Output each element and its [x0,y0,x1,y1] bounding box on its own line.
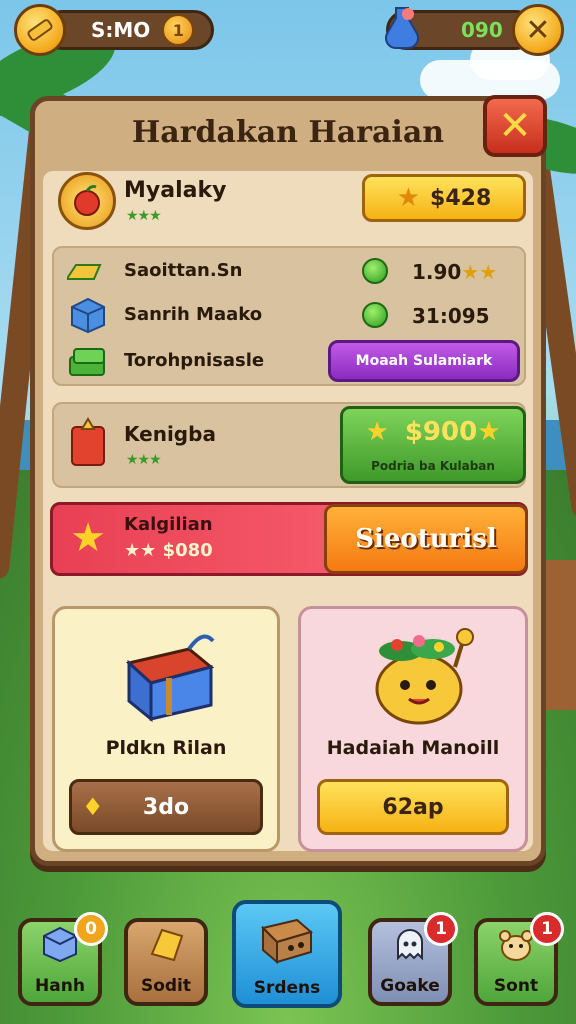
cash-stack-icon [66,342,110,380]
special-name: Kalgilian [124,514,213,535]
nav-label: Sodit [140,976,192,996]
gold-bar-icon [14,4,66,56]
nav-label: Hanh [35,976,85,996]
card-price-button[interactable]: ♦ 3do [69,779,263,835]
nav-badge: 1 [424,912,458,946]
flower-creature-icon [367,627,477,727]
ticket-icon [146,924,186,972]
list-item-value: 1.90★★ [412,260,497,284]
currency-value: 090 [461,18,503,42]
offer-name: Kenigba [124,422,216,446]
nav-label: Srdens [253,978,321,998]
star-icon: ★ [70,515,106,561]
profile-name: Myalaky [124,178,227,203]
offer-stars: ★★★ [126,452,162,468]
special-button[interactable]: Sieoturisl [324,504,528,574]
star-icon: ★ [365,417,389,447]
offer-price-line: ★ $900 ★ [343,417,523,447]
panel-title: Hardakan Haraian [131,114,445,150]
close-hud-button[interactable]: ✕ [512,4,564,56]
gold-bar-icon [64,256,104,288]
reward-card[interactable]: Pldkn Rilan ♦ 3do [52,606,280,852]
list-item-label: Saoittan.Sn [124,260,243,281]
profile-price: $428 [430,185,492,211]
close-button[interactable]: ✕ [483,95,547,157]
card-price-button[interactable]: 62ap [317,779,509,835]
nav-button-sont[interactable]: 1 Sont [474,912,564,1006]
list-item-value: 31:095 [412,304,490,328]
offer-price: $900 [404,417,478,447]
nav-button-goake[interactable]: 1 Goake [368,912,458,1006]
action-button[interactable]: Moaah Sulamiark [328,340,520,382]
nav-label: Sont [493,976,539,996]
status-dot [362,302,388,328]
special-sub: ★★ $080 [124,540,213,561]
treasure-chest-icon [119,623,219,723]
apple-medal-icon [58,172,116,230]
value-text: 1.90 [412,260,462,284]
blue-cube-icon [68,296,108,334]
value-stars: ★★ [461,260,498,284]
star-icon: ★ [477,417,501,447]
card-title: Pldkn Rilan [105,737,227,759]
nav-button-srdens[interactable]: Srdens [232,900,342,1008]
gift-card-icon [64,414,112,470]
profile-price-button[interactable]: ★ $428 [362,174,526,222]
box-icon [257,912,317,974]
offer-price-sub: Podria ba Kulaban [371,459,495,473]
reward-card[interactable]: Hadaiah Manoill 62ap [298,606,528,852]
card-title: Hadaiah Manoill [326,737,500,759]
potion-icon [382,4,422,52]
nav-badge: 1 [530,912,564,946]
nav-button-hanh[interactable]: 0 Hanh [18,912,108,1006]
currency-counter-left: S:MO 1 [42,10,214,50]
profile-stars: ★★★ [126,208,162,224]
status-dot [362,258,388,284]
nav-button-sodit[interactable]: Sodit [124,918,208,1006]
crystal-icon: ♦ [82,793,104,821]
star-icon: ★ [396,183,421,213]
offer-price-button[interactable]: ★ $900 ★ Podria ba Kulaban [340,406,526,484]
list-item-label: Sanrih Maako [124,304,263,325]
nav-badge: 0 [74,912,108,946]
list-item-label: Torohpnisasle [124,350,265,371]
card-price: 3do [142,794,190,820]
coin-icon[interactable]: 1 [162,14,195,46]
currency-value: S:MO [91,18,151,42]
nav-label: Goake [380,976,440,996]
